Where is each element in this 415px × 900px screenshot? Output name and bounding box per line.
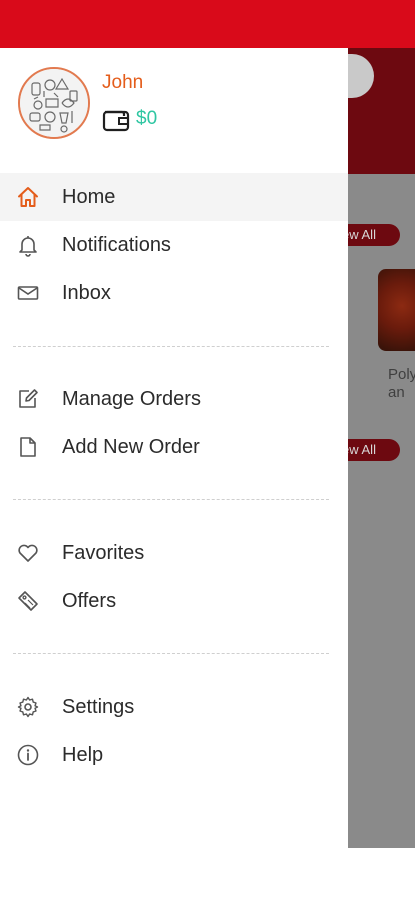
- menu-item-add-new-order[interactable]: Add New Order: [0, 423, 348, 471]
- bell-icon: [16, 233, 40, 257]
- menu-item-inbox[interactable]: Inbox: [0, 269, 348, 317]
- menu-divider: [13, 653, 329, 654]
- menu-item-manage-orders[interactable]: Manage Orders: [0, 375, 348, 423]
- food-image: [378, 269, 415, 351]
- menu-label-help: Help: [62, 744, 104, 766]
- gear-icon: [16, 695, 40, 719]
- wallet-balance: $0: [136, 108, 158, 129]
- menu-item-notifications[interactable]: Notifications: [0, 221, 348, 269]
- home-icon: [16, 185, 40, 209]
- status-bar: [0, 0, 415, 48]
- menu-label-add-new-order: Add New Order: [62, 436, 200, 458]
- tag-icon: [16, 589, 40, 613]
- menu-divider: [13, 346, 329, 347]
- menu-item-settings[interactable]: Settings: [0, 683, 348, 731]
- avatar-pattern-icon: [20, 69, 88, 137]
- menu-item-help[interactable]: Help: [0, 731, 348, 779]
- menu-item-offers[interactable]: Offers: [0, 577, 348, 625]
- food-title-line: Poly: [388, 366, 415, 383]
- wallet-icon: [102, 106, 130, 132]
- bottom-blank-area: [0, 848, 415, 900]
- menu-label-offers: Offers: [62, 590, 117, 612]
- menu-label-settings: Settings: [62, 696, 135, 718]
- menu-label-home: Home: [62, 186, 116, 208]
- mail-icon: [16, 281, 40, 305]
- navigation-drawer: John $0 Home Notifications Inbox Manage …: [0, 48, 348, 848]
- food-title: Poly an: [388, 366, 415, 402]
- menu-item-favorites[interactable]: Favorites: [0, 529, 348, 577]
- menu-divider: [13, 499, 329, 500]
- edit-icon: [16, 387, 40, 411]
- menu-label-manage-orders: Manage Orders: [62, 388, 201, 410]
- user-name: John: [102, 72, 144, 93]
- info-icon: [16, 743, 40, 767]
- heart-icon: [16, 541, 40, 565]
- menu-label-inbox: Inbox: [62, 282, 111, 304]
- document-icon: [16, 435, 40, 459]
- profile-header: John $0: [0, 48, 348, 173]
- menu-label-favorites: Favorites: [62, 542, 145, 564]
- menu-label-notifications: Notifications: [62, 234, 171, 256]
- avatar[interactable]: [18, 67, 90, 139]
- food-title-line: an: [388, 384, 405, 401]
- menu-item-home[interactable]: Home: [0, 173, 348, 221]
